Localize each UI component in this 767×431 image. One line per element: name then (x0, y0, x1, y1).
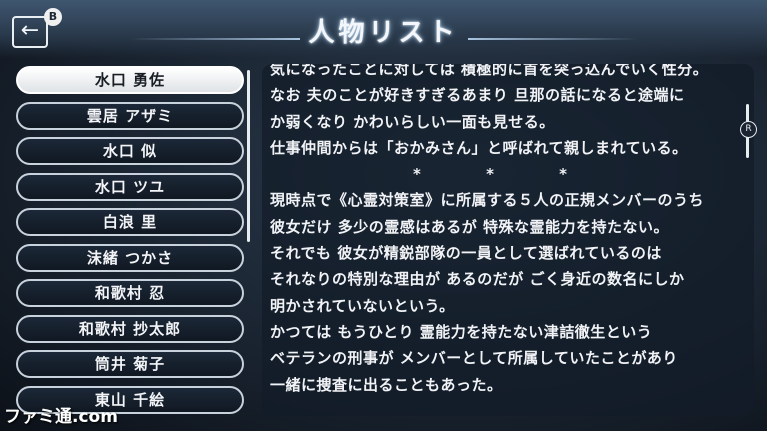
character-list-scrollbar[interactable] (247, 70, 250, 242)
description-line: 一緒に捜査に出ることもあった。 (270, 375, 503, 394)
character-item[interactable]: 沫緒 つかさ (16, 243, 244, 272)
description-line: か弱くなり かわいらしい一面も見せる。 (270, 112, 555, 131)
description-text: 気になったことに対しては 積極的に首を突っ込んでいく性分。 なお 夫のことが好き… (270, 64, 740, 398)
description-line: それでも 彼女が精鋭部隊の一員として選ばれているのは (270, 244, 662, 263)
description-line: 現時点で《心霊対策室》に所属する５人の正規メンバーのうち (270, 191, 705, 210)
character-item[interactable]: 水口 ツユ (16, 172, 244, 201)
description-line: なお 夫のことが好きすぎるあまり 旦那の話になると途端に (270, 86, 685, 105)
description-line: かつては もうひとり 霊能力を持たない津詰徹生という (270, 322, 653, 341)
description-line: ベテランの刑事が メンバーとして所属していたことがあり (270, 349, 678, 368)
description-line: 彼女だけ 多少の霊感はあるが 特殊な霊能力を持たない。 (270, 217, 669, 236)
description-panel: 気になったことに対しては 積極的に首を突っ込んでいく性分。 なお 夫のことが好き… (262, 64, 754, 416)
description-line: 仕事仲間からは「おかみさん」と呼ばれて親しまれている。 (270, 138, 688, 157)
character-item[interactable]: 水口 似 (16, 137, 244, 165)
character-item[interactable]: 水口 勇佐 (16, 66, 244, 94)
description-line: 気になったことに対しては 積極的に首を突っ込んでいく性分。 (270, 64, 709, 78)
description-line: それなりの特別な理由が あるのだが ごく身近の数名にしか (270, 270, 685, 289)
section-divider: * * * (413, 165, 597, 184)
character-item[interactable]: 和歌村 抄太郎 (16, 314, 244, 343)
character-item[interactable]: 雲居 アザミ (16, 101, 244, 130)
header-bar: ← B 人物リスト (0, 0, 767, 58)
description-line: 明かされていないという。 (270, 296, 455, 315)
page-title: 人物リスト (308, 18, 459, 48)
character-item[interactable]: 筒井 菊子 (16, 350, 244, 378)
r-stick-icon: R (740, 121, 757, 138)
character-item[interactable]: 白浪 里 (16, 208, 244, 236)
character-item[interactable]: 和歌村 忍 (16, 279, 244, 307)
character-list: 水口 勇佐 雲居 アザミ 水口 似 水口 ツユ 白浪 里 沫緒 つかさ 和歌村 … (16, 66, 244, 421)
watermark-logo: ファミ通.com (4, 407, 118, 427)
